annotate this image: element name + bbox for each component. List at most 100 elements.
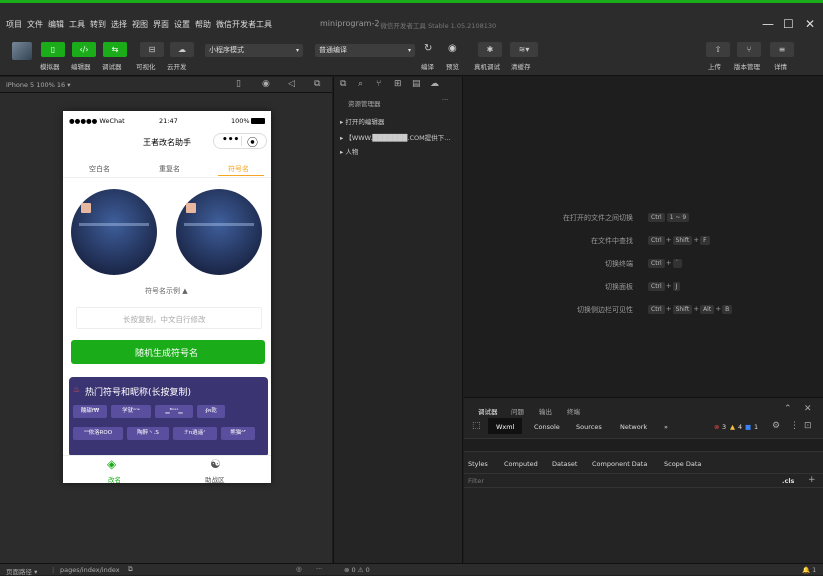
hint-keys: Ctrl + Shift + Alt + B bbox=[647, 305, 733, 314]
tab-rename[interactable]: 改名 bbox=[108, 474, 121, 484]
preview-eye-icon[interactable]: ◉ bbox=[448, 43, 457, 54]
version-button[interactable]: ⑂ bbox=[737, 42, 761, 57]
real-debug-label: 真机调试 bbox=[474, 63, 500, 71]
dock-icon[interactable]: ⊡ bbox=[804, 421, 812, 431]
cls-toggle[interactable]: .cls bbox=[782, 477, 794, 485]
problems-count[interactable]: ⊗ 0 ⚠ 0 bbox=[344, 566, 370, 574]
record-icon[interactable]: ◉ bbox=[262, 79, 270, 89]
compile-select[interactable]: 普通编译 ▾ bbox=[315, 44, 415, 57]
devtools-tab-problems[interactable]: 问题 bbox=[511, 406, 524, 416]
devtools-tab-debugger[interactable]: 调试器 bbox=[478, 406, 498, 416]
menu-wechat-devtools[interactable]: 微信开发者工具 bbox=[216, 19, 272, 30]
editor-toggle-button[interactable]: ‹/› bbox=[72, 42, 96, 57]
warning-icon[interactable]: ▲ bbox=[730, 423, 735, 431]
hot-chip[interactable]: 学就ᵒⁿᵉ bbox=[111, 405, 151, 418]
more-icon[interactable]: ··· bbox=[316, 565, 322, 573]
menu-goto[interactable]: 转到 bbox=[90, 19, 106, 30]
chevron-up-icon[interactable]: ⌃ bbox=[784, 404, 792, 414]
tab-console[interactable]: Console bbox=[534, 423, 560, 431]
visual-button[interactable]: ⊟ bbox=[140, 42, 164, 57]
rename-tab-icon[interactable]: ◈ bbox=[107, 457, 116, 471]
devtools-tab-terminal[interactable]: 终端 bbox=[567, 406, 580, 416]
hot-chip[interactable]: 陶醉丶.S bbox=[127, 427, 169, 440]
generate-button[interactable]: 随机生成符号名 bbox=[71, 340, 265, 364]
tab-symbol-name[interactable]: 符号名 bbox=[228, 164, 249, 174]
gear-icon[interactable]: ⚙ bbox=[772, 421, 780, 431]
clear-cache-button[interactable]: ≋▾ bbox=[510, 42, 538, 57]
menu-file[interactable]: 文件 bbox=[27, 19, 43, 30]
files-icon[interactable]: ⧉ bbox=[340, 79, 346, 89]
extensions-icon[interactable]: ⊞ bbox=[394, 79, 402, 89]
menu-help[interactable]: 帮助 bbox=[195, 19, 211, 30]
search-icon[interactable]: ⌕ bbox=[358, 79, 363, 89]
device-select[interactable]: iPhone 5 100% 16 ▾ bbox=[6, 81, 70, 89]
mode-select[interactable]: 小程序模式 ▾ bbox=[205, 44, 303, 57]
menu-project[interactable]: 项目 bbox=[6, 19, 22, 30]
menu-view[interactable]: 视图 bbox=[132, 19, 148, 30]
hot-chip[interactable]: ∮ʀ乾 bbox=[197, 405, 225, 418]
example-label[interactable]: 符号名示例 ▲ bbox=[145, 286, 188, 296]
cloud-icon[interactable]: ☁ bbox=[430, 79, 439, 89]
notification-bell[interactable]: 🔔 1 bbox=[802, 566, 816, 574]
nickname-input[interactable]: 长按复制，中文自行修改 bbox=[76, 307, 262, 329]
subtab-scope-data[interactable]: Scope Data bbox=[664, 460, 701, 468]
tab-repeat-name[interactable]: 重复名 bbox=[159, 164, 180, 174]
subtab-component-data[interactable]: Component Data bbox=[592, 460, 647, 468]
hot-chip[interactable]: 酸甜f₩ bbox=[73, 405, 107, 418]
hint-label: 切换终端 bbox=[605, 260, 633, 268]
tab-wxml[interactable]: Wxml bbox=[496, 423, 514, 431]
add-style-icon[interactable]: + bbox=[808, 475, 816, 485]
tree-item-open-editors[interactable]: ▸ 打开的编辑器 bbox=[340, 116, 384, 126]
git-icon[interactable]: ⑂ bbox=[376, 79, 381, 89]
close-mini-icon[interactable]: ⦿ bbox=[247, 134, 258, 150]
more-icon[interactable]: ••• bbox=[222, 135, 239, 145]
cloud-button[interactable]: ☁ bbox=[170, 42, 194, 57]
tab-blank-name[interactable]: 空白名 bbox=[89, 164, 110, 174]
menu-edit[interactable]: 编辑 bbox=[48, 19, 64, 30]
copy-icon[interactable]: ⧉ bbox=[128, 565, 133, 574]
subtab-dataset[interactable]: Dataset bbox=[552, 460, 577, 468]
maximize-button[interactable]: ☐ bbox=[783, 17, 794, 31]
explorer-more-icon[interactable]: ··· bbox=[442, 96, 448, 104]
kebab-icon[interactable]: ⋮ bbox=[790, 421, 799, 431]
tree-item-people[interactable]: ▸ 人物 bbox=[340, 146, 358, 156]
phone-icon[interactable]: ▯ bbox=[236, 79, 241, 89]
close-panel-icon[interactable]: ✕ bbox=[804, 404, 812, 414]
simulator-toggle-button[interactable]: ▯ bbox=[41, 42, 65, 57]
menu-select[interactable]: 选择 bbox=[111, 19, 127, 30]
details-button[interactable]: ≡ bbox=[770, 42, 794, 57]
real-device-debug-button[interactable]: ✱ bbox=[478, 42, 502, 57]
hot-chip[interactable]: ˣ⁰依洛ROO bbox=[73, 427, 123, 440]
tab-assist[interactable]: 助战区 bbox=[205, 474, 225, 484]
refresh-icon[interactable]: ↻ bbox=[424, 43, 432, 54]
hot-chip[interactable]: ▁ᴮᵒˢˢ▁ bbox=[155, 405, 193, 418]
subtab-styles[interactable]: Styles bbox=[468, 460, 488, 468]
filter-input[interactable]: Filter bbox=[468, 477, 484, 485]
debugger-toggle-button[interactable]: ⇆ bbox=[103, 42, 127, 57]
hot-chip[interactable]: 熊猫ᴬᴾ bbox=[221, 427, 255, 440]
close-window-button[interactable]: ✕ bbox=[805, 17, 815, 31]
panel-icon[interactable]: ▤ bbox=[412, 79, 421, 89]
avatar[interactable] bbox=[12, 42, 32, 60]
inspect-icon[interactable]: ⬚ bbox=[472, 421, 481, 431]
assist-tab-icon[interactable]: ☯ bbox=[210, 457, 221, 471]
error-icon[interactable]: ⊗ bbox=[714, 423, 719, 431]
minimize-button[interactable]: — bbox=[762, 17, 774, 31]
popout-icon[interactable]: ⧉ bbox=[314, 79, 320, 89]
tree-item-project[interactable]: ▸ 【WWW.███████.COM提供下... bbox=[340, 132, 450, 142]
eye-icon[interactable]: ◎ bbox=[296, 565, 302, 573]
tab-network[interactable]: Network bbox=[620, 423, 647, 431]
more-tabs-icon[interactable]: » bbox=[664, 423, 668, 431]
menu-settings[interactable]: 设置 bbox=[174, 19, 190, 30]
image-stripe bbox=[79, 223, 149, 226]
menu-tools[interactable]: 工具 bbox=[69, 19, 85, 30]
subtab-computed[interactable]: Computed bbox=[504, 460, 538, 468]
devtools-tab-output[interactable]: 输出 bbox=[539, 406, 552, 416]
page-path[interactable]: pages/index/index bbox=[60, 566, 120, 574]
tab-sources[interactable]: Sources bbox=[576, 423, 602, 431]
upload-button[interactable]: ⇧ bbox=[706, 42, 730, 57]
hot-chip[interactable]: ℱn逍遥ᐟ bbox=[173, 427, 217, 440]
info-icon[interactable]: ■ bbox=[745, 423, 751, 431]
menu-interface[interactable]: 界面 bbox=[153, 19, 169, 30]
volume-icon[interactable]: ◁ bbox=[288, 79, 295, 89]
